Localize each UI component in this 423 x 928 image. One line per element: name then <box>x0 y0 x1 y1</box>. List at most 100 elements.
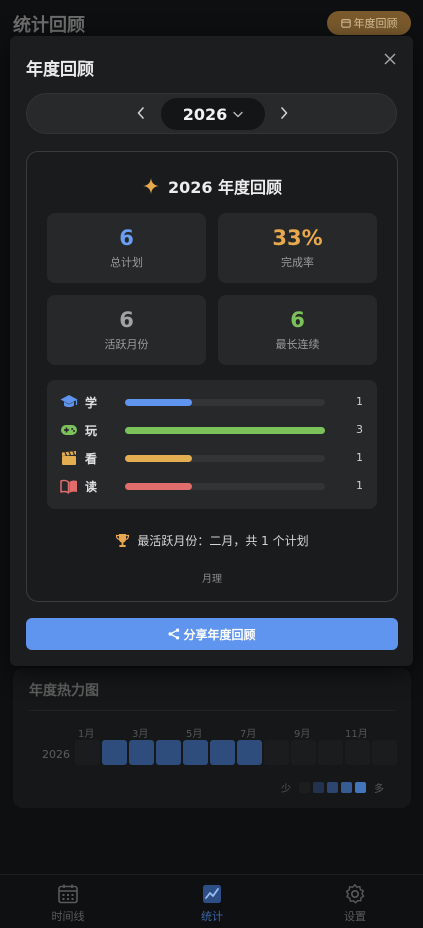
category-row-read: 读 1 <box>60 476 366 496</box>
category-row-study: 学 1 <box>60 392 366 412</box>
category-count: 1 <box>356 479 363 492</box>
year-review-button[interactable]: 年度回顾 <box>327 11 411 35</box>
category-row-watch: 看 1 <box>60 448 366 468</box>
stat-value: 6 <box>290 308 305 332</box>
heatmap-legend: 少 多 <box>281 780 384 795</box>
year-review-button-label: 年度回顾 <box>353 17 398 30</box>
chevron-left-icon <box>137 107 144 119</box>
app-signature: 月理 <box>202 574 222 585</box>
stat-total-plans: 6 总计划 <box>47 213 206 283</box>
month-label: 3月 <box>132 729 149 740</box>
stat-label: 总计划 <box>110 256 143 269</box>
tab-label: 时间线 <box>51 910 85 923</box>
most-active-text: 最活跃月份：二月，共 1 个计划 <box>137 534 309 548</box>
year-switcher: 2026 <box>26 93 397 134</box>
chevron-right-icon <box>281 107 288 119</box>
heatmap-cell[interactable] <box>129 740 154 765</box>
stat-label: 完成率 <box>281 256 314 269</box>
heatmap-row <box>75 740 397 765</box>
year-value: 2026 <box>182 104 228 124</box>
heatmap-title: 年度热力图 <box>29 683 99 699</box>
legend-swatch <box>355 782 366 793</box>
year-review-card: 2026 年度回顾 6 总计划 33% 完成率 6 活跃月份 6 最长连续 学 <box>26 151 398 602</box>
category-row-play: 玩 3 <box>60 420 366 440</box>
chart-icon <box>203 885 221 903</box>
gear-icon <box>345 884 365 904</box>
legend-swatch <box>313 782 324 793</box>
tab-label: 统计 <box>201 910 223 923</box>
month-label: 7月 <box>240 729 257 740</box>
heatmap-card: 年度热力图 1月 3月 5月 7月 9月 11月 2026 少 多 <box>13 668 411 808</box>
heatmap-cell[interactable] <box>237 740 262 765</box>
legend-swatches <box>299 782 366 793</box>
stat-value: 6 <box>119 308 134 332</box>
category-count: 1 <box>356 451 363 464</box>
graduation-cap-icon <box>60 393 78 411</box>
trophy-icon <box>116 534 130 547</box>
month-label: 5月 <box>186 729 203 740</box>
month-label: 1月 <box>78 729 95 740</box>
category-breakdown: 学 1 玩 3 看 1 读 1 <box>47 380 377 509</box>
category-name: 看 <box>85 452 98 466</box>
most-active-month: 最活跃月份：二月，共 1 个计划 <box>27 532 397 549</box>
heatmap-cell[interactable] <box>264 740 289 765</box>
sparkle-icon <box>142 178 159 194</box>
heatmap-cell[interactable] <box>183 740 208 765</box>
book-icon <box>60 477 78 495</box>
category-bar-track <box>125 483 325 490</box>
heatmap-month-labels: 1月 3月 5月 7月 9月 11月 <box>75 725 405 740</box>
category-bar-fill <box>125 455 192 462</box>
category-bar-fill <box>125 399 192 406</box>
stat-active-months: 6 活跃月份 <box>47 295 206 365</box>
month-label: 11月 <box>345 729 368 740</box>
heatmap-cell[interactable] <box>318 740 343 765</box>
calendar-icon <box>340 19 351 28</box>
tab-label: 设置 <box>344 910 366 923</box>
modal-title: 年度回顾 <box>26 60 94 80</box>
heatmap-cell[interactable] <box>345 740 370 765</box>
year-review-modal: 年度回顾 2026 2026 年度回顾 6 总计划 33% 完成率 6 活跃月份… <box>10 36 413 666</box>
next-year-button[interactable] <box>275 104 293 122</box>
gamepad-icon <box>60 421 78 439</box>
calendar-icon <box>58 884 78 904</box>
review-title-text: 2026 年度回顾 <box>167 178 283 197</box>
year-select[interactable]: 2026 <box>161 98 265 130</box>
stat-value: 33% <box>272 226 323 250</box>
chevron-down-icon <box>233 111 243 117</box>
month-label: 9月 <box>294 729 311 740</box>
clapperboard-icon <box>60 449 78 467</box>
heatmap-cell[interactable] <box>372 740 397 765</box>
heatmap-cell[interactable] <box>291 740 316 765</box>
tab-stats[interactable]: 统计 <box>177 883 247 924</box>
heatmap-cell[interactable] <box>210 740 235 765</box>
legend-swatch <box>341 782 352 793</box>
share-year-review-button[interactable]: 分享年度回顾 <box>26 618 398 650</box>
category-name: 读 <box>85 480 98 494</box>
stat-label: 最长连续 <box>275 338 320 351</box>
close-icon <box>384 53 396 65</box>
review-title: 2026 年度回顾 <box>27 174 397 198</box>
legend-less-label: 少 <box>281 784 291 795</box>
heatmap-year-label: 2026 <box>42 748 70 761</box>
heatmap-cell[interactable] <box>156 740 181 765</box>
stat-value: 6 <box>119 226 134 250</box>
stat-longest-streak: 6 最长连续 <box>218 295 377 365</box>
page-title: 统计回顾 <box>13 15 85 36</box>
bottom-tabbar: 时间线 统计 设置 <box>0 874 423 928</box>
divider <box>29 710 395 711</box>
category-count: 1 <box>356 395 363 408</box>
stat-label: 活跃月份 <box>104 338 149 351</box>
prev-year-button[interactable] <box>132 104 150 122</box>
heatmap-cell[interactable] <box>102 740 127 765</box>
legend-swatch <box>299 782 310 793</box>
tab-settings[interactable]: 设置 <box>320 883 390 924</box>
heatmap-cell[interactable] <box>75 740 100 765</box>
category-bar-track <box>125 427 325 434</box>
tab-timeline[interactable]: 时间线 <box>33 883 103 924</box>
close-button[interactable] <box>381 50 399 68</box>
category-name: 学 <box>85 396 98 410</box>
category-count: 3 <box>356 423 363 436</box>
category-bar-track <box>125 399 325 406</box>
category-bar-fill <box>125 427 325 434</box>
share-button-label: 分享年度回顾 <box>183 627 256 642</box>
